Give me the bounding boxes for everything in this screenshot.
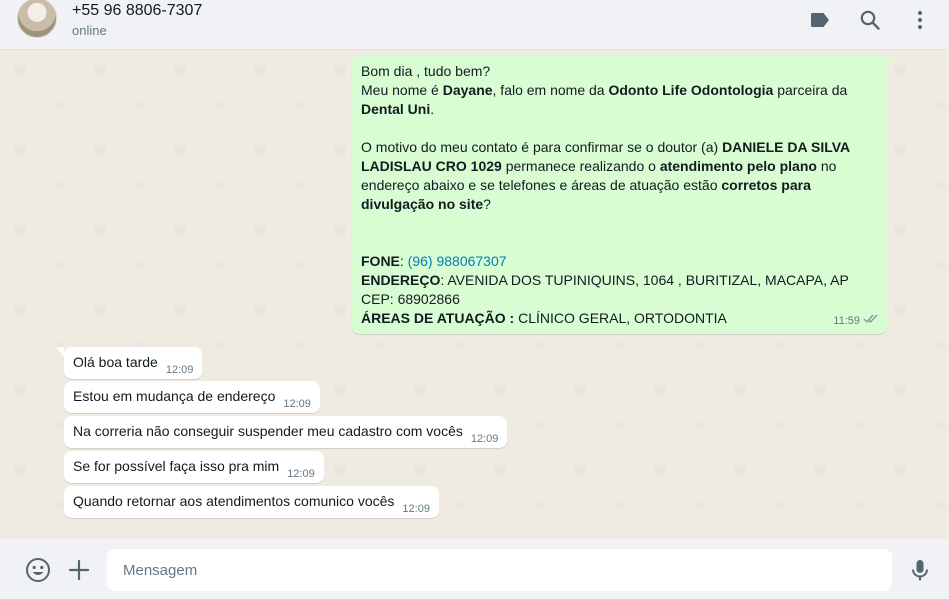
double-check-icon — [863, 312, 879, 331]
message-time: 11:59 — [833, 315, 860, 327]
message-time: 12:09 — [165, 364, 194, 376]
incoming-message[interactable]: Quando retornar aos atendimentos comunic… — [64, 486, 439, 518]
message-text: Estou em mudança de endereço — [73, 388, 276, 404]
message-greeting: Bom dia , tudo bem? — [361, 63, 491, 79]
search-icon[interactable] — [858, 8, 882, 32]
message-address: ENDEREÇO: AVENIDA DOS TUPINIQUINS, 1064 … — [361, 272, 849, 307]
plus-icon[interactable] — [66, 557, 92, 583]
contact-status: online — [72, 23, 107, 38]
chat-header: +55 96 8806-7307 online — [0, 0, 949, 50]
bubble-tail — [56, 347, 64, 357]
chat-area[interactable]: Bom dia , tudo bem? Meu nome é Dayane, f… — [0, 51, 949, 539]
label-icon[interactable] — [808, 8, 832, 32]
phone-link[interactable]: (96) 988067307 — [408, 253, 507, 269]
message-meta: 11:59 — [833, 312, 879, 331]
message-text: Quando retornar aos atendimentos comunic… — [73, 493, 395, 509]
incoming-message[interactable]: Olá boa tarde 12:09 — [56, 347, 203, 379]
incoming-message[interactable]: Na correria não conseguir suspender meu … — [64, 416, 508, 448]
message-areas: ÁREAS DE ATUAÇÃO : CLÍNICO GERAL, ORTODO… — [361, 310, 727, 326]
message-time: 12:09 — [283, 398, 311, 410]
message-time: 12:09 — [470, 433, 499, 445]
message-motive: O motivo do meu contato é para confirmar… — [361, 139, 850, 212]
composer-bar — [0, 539, 949, 599]
incoming-message[interactable]: Estou em mudança de endereço 12:09 — [64, 381, 320, 413]
message-text: Na correria não conseguir suspender meu … — [73, 423, 463, 439]
mic-icon[interactable] — [907, 557, 933, 583]
bubble-tail — [887, 56, 895, 66]
emoji-icon[interactable] — [25, 557, 51, 583]
message-time: 12:09 — [402, 503, 430, 515]
message-time: 12:09 — [287, 468, 315, 480]
outgoing-message[interactable]: Bom dia , tudo bem? Meu nome é Dayane, f… — [352, 56, 895, 334]
message-input[interactable] — [107, 549, 892, 591]
message-text: Olá boa tarde — [73, 354, 158, 370]
message-text: Se for possível faça isso pra mim — [73, 458, 280, 474]
incoming-message[interactable]: Se for possível faça isso pra mim 12:09 — [64, 451, 324, 483]
contact-name[interactable]: +55 96 8806-7307 — [72, 2, 202, 20]
message-phone: FONE: (96) 988067307 — [361, 253, 507, 269]
message-intro: Meu nome é Dayane, falo em nome da Odont… — [361, 82, 848, 117]
avatar[interactable] — [17, 0, 57, 38]
menu-icon[interactable] — [908, 8, 932, 32]
